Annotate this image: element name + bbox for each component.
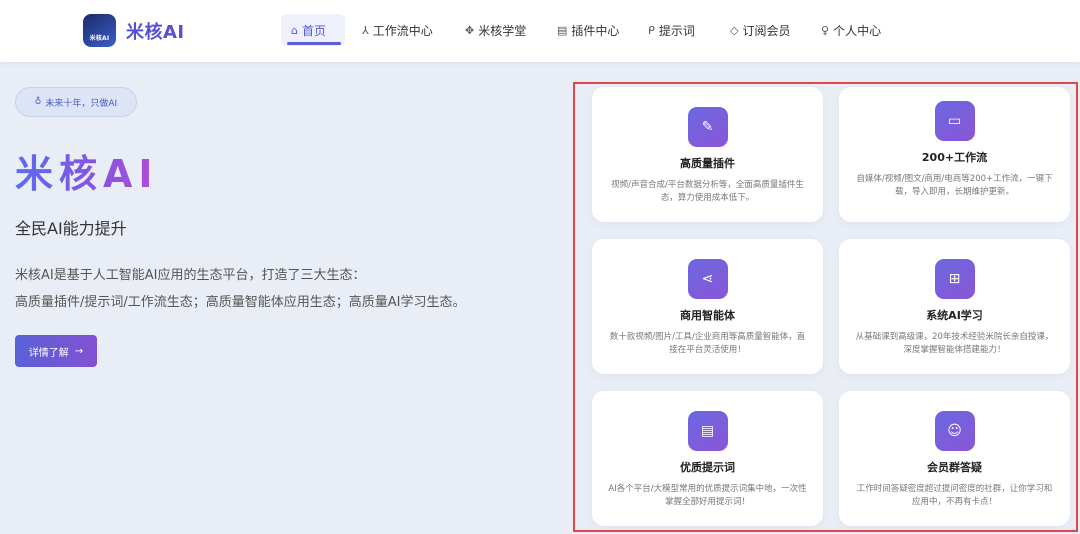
nav-label: 插件中心 xyxy=(571,24,620,38)
logo-icon[interactable]: 米核AI xyxy=(83,14,116,47)
nav-label: 米核学堂 xyxy=(478,24,527,38)
learn-more-label: 详情了解 xyxy=(28,347,69,359)
hero-description-line: 高质量插件/提示词/工作流生态；高质量智能体应用生态；高质量AI学习生态。 xyxy=(15,295,466,310)
school-icon: ✥ xyxy=(465,24,475,37)
workflow-icon: ⅄ xyxy=(362,24,369,37)
hero-description-line: 米核AI是基于人工智能AI应用的生态平台，打造了三大生态： xyxy=(15,268,366,283)
logo-label: 米核AI xyxy=(89,35,110,42)
hero-subtitle: 全民AI能力提升 xyxy=(15,219,127,238)
nav-label: 提示词 xyxy=(658,24,695,38)
nav-item-workflow[interactable]: ⅄ 工作流中心 xyxy=(362,22,433,39)
nav-item-profile[interactable]: ♀ 个人中心 xyxy=(821,22,881,39)
diamond-icon: ◇ xyxy=(730,24,739,37)
brand-name[interactable]: 米核AI xyxy=(126,18,185,44)
user-icon: ♀ xyxy=(821,24,830,37)
nav-item-school[interactable]: ✥ 米核学堂 xyxy=(465,22,526,39)
top-header: 米核AI 米核AI ⌂ 首页 ⅄ 工作流中心 ✥ 米核学堂 ▤ 插件中心 ᑭ 提… xyxy=(0,0,1080,62)
slogan-badge: ♁ 未来十年，只做AI xyxy=(15,87,137,117)
slogan-text: 未来十年，只做AI xyxy=(45,98,118,109)
learn-more-button[interactable]: 详情了解 → xyxy=(15,335,97,367)
nav-item-home[interactable]: ⌂ 首页 xyxy=(291,22,326,39)
hero-title: 米核AI xyxy=(15,143,159,198)
nav-item-membership[interactable]: ◇ 订阅会员 xyxy=(730,22,790,39)
arrow-right-icon: → xyxy=(74,345,84,357)
nav-label: 首页 xyxy=(301,24,326,38)
nav-item-plugins[interactable]: ▤ 插件中心 xyxy=(557,22,619,39)
nav-label: 个人中心 xyxy=(833,24,882,38)
prompt-icon: ᑭ xyxy=(648,24,655,37)
nav-active-underline xyxy=(287,42,341,45)
nav-label: 工作流中心 xyxy=(372,24,433,38)
bell-icon: ♁ xyxy=(34,97,42,107)
highlight-frame xyxy=(573,82,1078,532)
plugin-icon: ▤ xyxy=(557,24,568,37)
nav-item-prompts[interactable]: ᑭ 提示词 xyxy=(648,22,695,39)
nav-label: 订阅会员 xyxy=(742,24,791,38)
home-icon: ⌂ xyxy=(291,24,298,37)
